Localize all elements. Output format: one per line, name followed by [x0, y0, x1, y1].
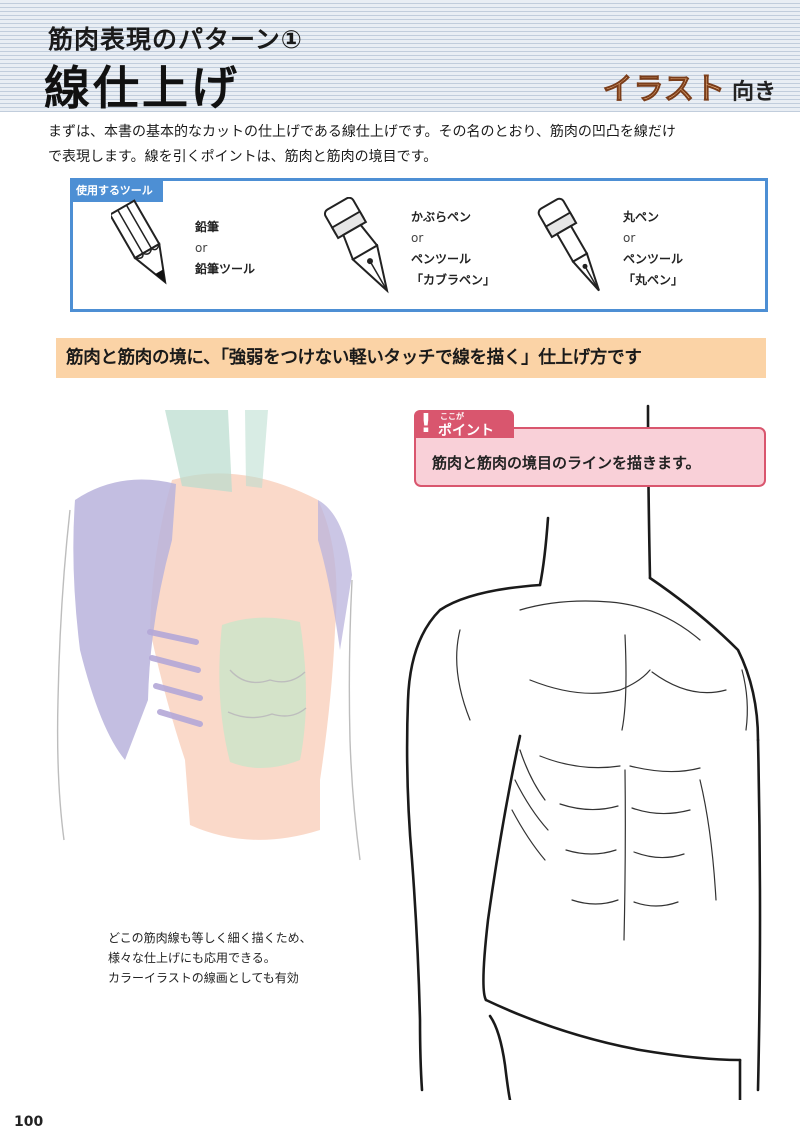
audience-tag-main: イラスト: [602, 72, 726, 108]
tool-pencil-or: or: [195, 241, 208, 255]
page-number: 100: [14, 1114, 44, 1130]
audience-tag: イラスト 向き: [602, 64, 776, 108]
pencil-icon: [111, 199, 167, 285]
colored-torso-illustration: [56, 410, 361, 861]
point-label: ポイント: [438, 423, 494, 439]
audience-tag-sub: 向き: [731, 80, 776, 105]
maru-pen-icon: [537, 197, 600, 292]
kabura-pen-icon: [323, 197, 389, 294]
illustration-caption: どこの筋肉線も等しく細く描くため、 様々な仕上げにも応用できる。 カラーイラスト…: [108, 928, 312, 988]
tool-kabura-name: かぶらペン: [411, 210, 472, 224]
tools-box: 使用するツール 鉛筆 or 鉛筆ツール かぶらペン or ペンツール 「カブラペ…: [70, 178, 768, 312]
caption-line-1: どこの筋肉線も等しく細く描くため、: [108, 931, 312, 945]
tool-maru-or: or: [623, 231, 636, 245]
caption-line-2: 様々な仕上げにも応用できる。: [108, 951, 276, 965]
tool-kabura-alt: ペンツール: [411, 252, 472, 266]
tool-kabura-alt-note: 「カブラペン」: [411, 273, 496, 287]
line-art-torso-illustration: [405, 404, 762, 1100]
tool-kabura-or: or: [411, 231, 424, 245]
exclamation-icon: !: [420, 409, 432, 439]
tool-pencil-name: 鉛筆: [195, 220, 220, 234]
caption-line-3: カラーイラストの線画としても有効: [108, 971, 299, 985]
intro-line-2: で表現します。線を引くポイントは、筋肉と筋肉の境目です。: [48, 149, 438, 165]
section-subtitle: 筋肉表現のパターン①: [48, 25, 303, 54]
line-art-muscle-lines: [456, 600, 748, 941]
page-header: 筋肉表現のパターン① 線仕上げ イラスト 向き: [0, 0, 800, 115]
tool-pencil-alt: 鉛筆ツール: [195, 262, 256, 276]
summary-banner: 筋肉と筋肉の境に、「強弱をつけない軽いタッチで線を描く」仕上げ方です: [56, 338, 766, 378]
page-title: 線仕上げ: [44, 61, 240, 115]
intro-paragraph: まずは、本書の基本的なカットの仕上げである線仕上げです。その名のとおり、筋肉の凹…: [48, 120, 778, 170]
tool-maru-alt: ペンツール: [623, 252, 684, 266]
tool-maru-name: 丸ペン: [623, 210, 660, 224]
point-text: 筋肉と筋肉の境目のラインを描きます。: [432, 454, 701, 472]
torso-illustrations: [56, 404, 762, 1100]
intro-line-1: まずは、本書の基本的なカットの仕上げである線仕上げです。その名のとおり、筋肉の凹…: [48, 124, 676, 140]
tool-maru-alt-note: 「丸ペン」: [623, 273, 684, 287]
